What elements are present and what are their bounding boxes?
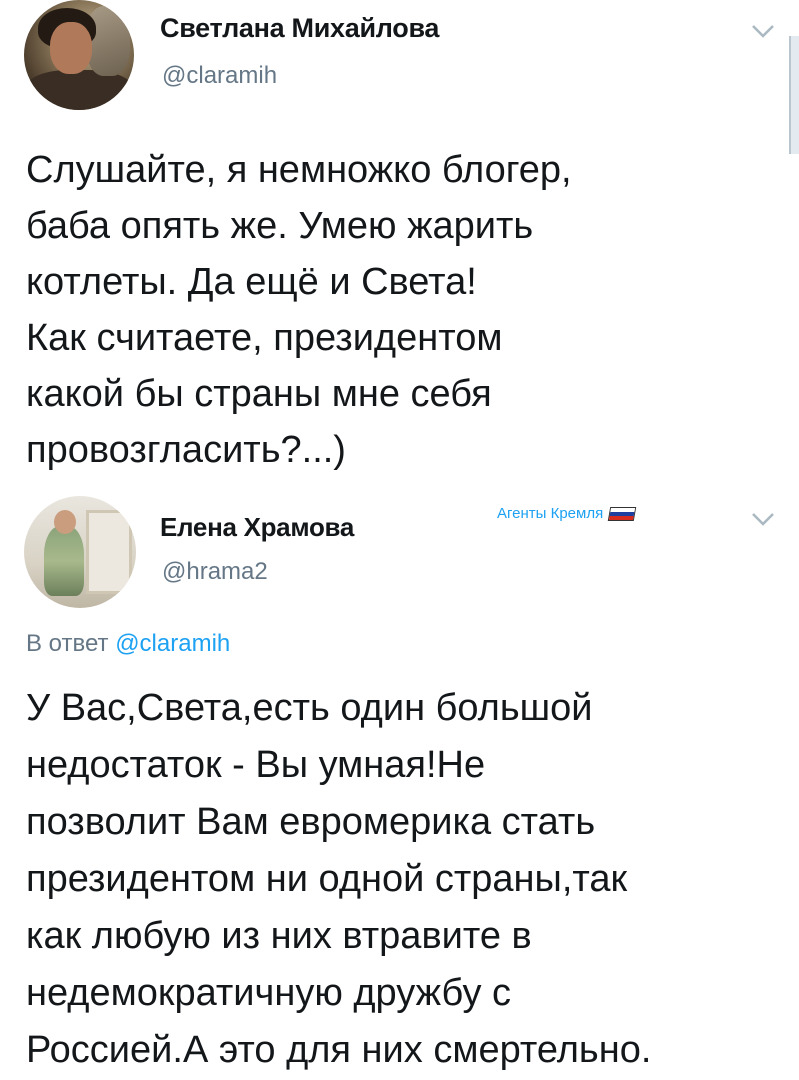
tweet-text-line: У Вас,Света,есть один большой bbox=[26, 687, 593, 729]
tweet-reply[interactable]: Елена Храмова @hrama2 Агенты Кремля В от… bbox=[0, 480, 799, 1080]
tweet-text-line: котлеты. Да ещё и Света! bbox=[26, 261, 477, 303]
tweet-text: Слушайте, я немножко блогер, баба опять … bbox=[26, 142, 786, 478]
avatar-face-shape bbox=[50, 22, 92, 74]
avatar[interactable] bbox=[24, 496, 136, 608]
tweet-text-line: баба опять же. Умею жарить bbox=[26, 205, 534, 247]
author-name[interactable]: Светлана Михайлова bbox=[160, 13, 439, 44]
tweet-text-line: позволит Вам евромерика стать bbox=[26, 801, 596, 843]
badge-label: Агенты Кремля bbox=[497, 505, 604, 522]
chevron-down-icon[interactable] bbox=[750, 22, 776, 40]
avatar-wolf-shape bbox=[86, 6, 130, 76]
avatar-head-shape bbox=[54, 510, 76, 534]
tweet-text-line: провозгласить?...) bbox=[26, 429, 346, 471]
profile-badge: Агенты Кремля bbox=[497, 505, 637, 522]
avatar-mirror-shape bbox=[86, 510, 132, 594]
reply-mention-link[interactable]: @claramih bbox=[115, 630, 230, 657]
tweet-text-line: недемократичную дружбу с bbox=[26, 972, 512, 1014]
tweet-text-line: как любую из них втравите в bbox=[26, 915, 532, 957]
author-handle[interactable]: @hrama2 bbox=[162, 558, 268, 586]
tweet-text-line: недостаток - Вы умная!Не bbox=[26, 744, 486, 786]
russian-flag-icon bbox=[607, 506, 637, 521]
avatar[interactable] bbox=[24, 0, 134, 110]
tweet-text-line: Как считаете, президентом bbox=[26, 317, 503, 359]
avatar-dress-shape bbox=[44, 526, 84, 596]
tweet-text-line: какой бы страны мне себя bbox=[26, 373, 492, 415]
reply-prefix: В ответ bbox=[26, 630, 109, 657]
chevron-down-icon[interactable] bbox=[750, 510, 776, 528]
tweet-original[interactable]: Светлана Михайлова @claramih Слушайте, я… bbox=[0, 0, 799, 480]
author-name[interactable]: Елена Храмова bbox=[160, 512, 354, 543]
tweet-text-line: Россией.А это для них смертельно. bbox=[26, 1029, 652, 1071]
tweet-text-line: Слушайте, я немножко блогер, bbox=[26, 149, 572, 191]
author-handle[interactable]: @claramih bbox=[162, 62, 277, 90]
tweet-text: У Вас,Света,есть один большой недостаток… bbox=[26, 680, 796, 1079]
reply-context: В ответ @claramih bbox=[26, 630, 230, 658]
tweet-text-line: президентом ни одной страны,так bbox=[26, 858, 628, 900]
avatar-shoulder-shape bbox=[24, 70, 134, 110]
